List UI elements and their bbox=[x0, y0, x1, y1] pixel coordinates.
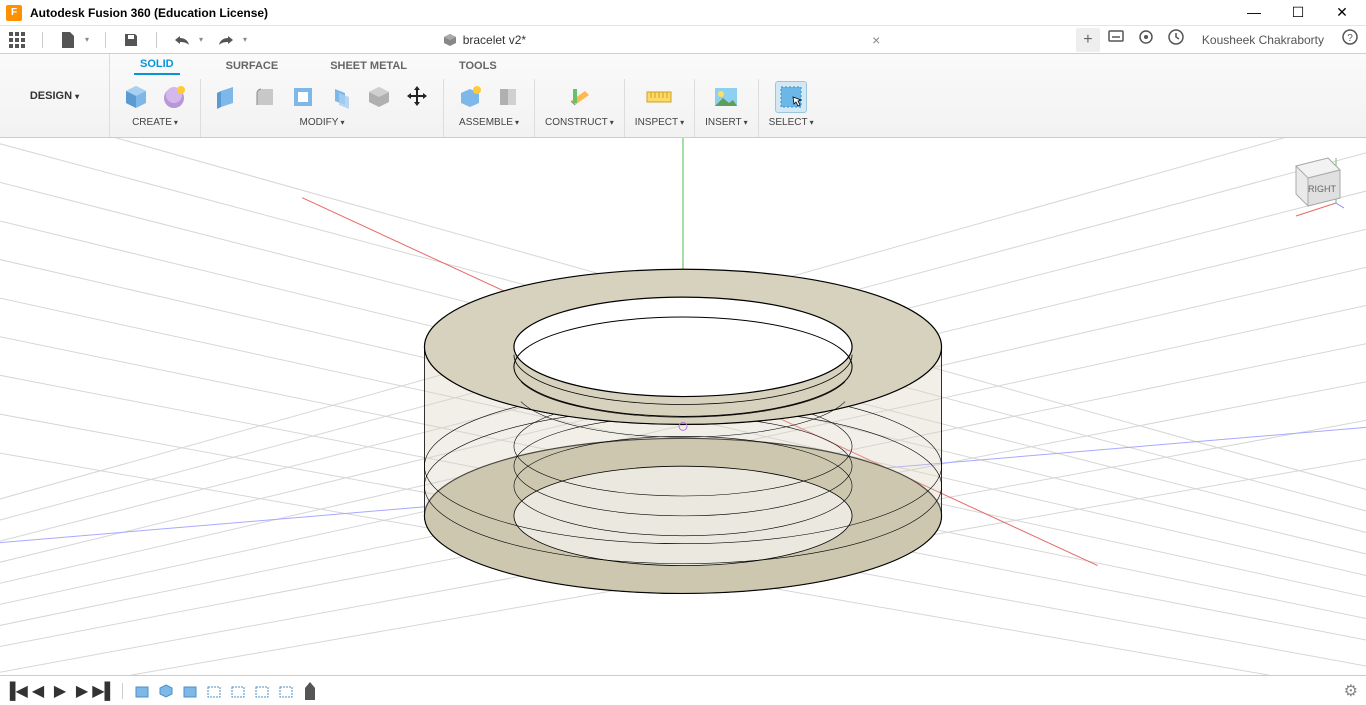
move-icon[interactable] bbox=[401, 81, 433, 113]
group-modify: MODIFY▾ bbox=[201, 79, 444, 137]
timeline-settings-icon[interactable]: ⚙ bbox=[1344, 681, 1358, 701]
timeline-end-button[interactable]: ▶▌ bbox=[96, 683, 112, 699]
group-inspect-label[interactable]: INSPECT▾ bbox=[635, 117, 684, 128]
group-insert: INSERT▾ bbox=[695, 79, 759, 137]
activity-icon[interactable] bbox=[1108, 30, 1124, 49]
timeline-feature-1[interactable] bbox=[133, 682, 151, 700]
document-name: bracelet v2* bbox=[463, 33, 526, 47]
quick-access-bar: ▾ ▾ ▾ bracelet v2* × + bbox=[0, 26, 1366, 54]
undo-icon[interactable] bbox=[173, 31, 191, 49]
timeline-next-button[interactable]: ▶ bbox=[74, 683, 90, 699]
svg-text:?: ? bbox=[1347, 33, 1353, 44]
timeline-feature-5[interactable] bbox=[229, 682, 247, 700]
group-insert-label[interactable]: INSERT▾ bbox=[705, 117, 748, 128]
close-button[interactable]: ✕ bbox=[1332, 4, 1352, 21]
group-select: SELECT▾ bbox=[759, 79, 824, 137]
file-icon[interactable] bbox=[59, 31, 77, 49]
combine-icon[interactable] bbox=[325, 81, 357, 113]
construct-plane-icon[interactable] bbox=[563, 81, 595, 113]
minimize-button[interactable]: — bbox=[1244, 4, 1264, 21]
new-component-icon[interactable] bbox=[454, 81, 486, 113]
viewport[interactable]: RIGHT bbox=[0, 138, 1366, 675]
group-construct-label[interactable]: CONSTRUCT▾ bbox=[545, 117, 614, 128]
quick-access-right: Kousheek Chakraborty ? bbox=[1108, 29, 1358, 50]
timeline-feature-7[interactable] bbox=[277, 682, 295, 700]
username-label[interactable]: Kousheek Chakraborty bbox=[1202, 33, 1324, 47]
help-icon[interactable]: ? bbox=[1342, 29, 1358, 50]
redo-icon[interactable] bbox=[217, 31, 235, 49]
insert-icon[interactable] bbox=[710, 81, 742, 113]
select-icon[interactable] bbox=[775, 81, 807, 113]
ribbon-groups: CREATE▾ bbox=[110, 75, 1366, 137]
workspace-switcher[interactable]: DESIGN ▾ bbox=[0, 54, 110, 137]
group-create-label[interactable]: CREATE▾ bbox=[132, 117, 178, 128]
window-controls: — ☐ ✕ bbox=[1244, 4, 1360, 21]
group-modify-label[interactable]: MODIFY▾ bbox=[300, 117, 345, 128]
timeline-feature-2[interactable] bbox=[157, 682, 175, 700]
job-status-icon[interactable] bbox=[1168, 29, 1184, 50]
joint-icon[interactable] bbox=[492, 81, 524, 113]
title-bar: F Autodesk Fusion 360 (Education License… bbox=[0, 0, 1366, 26]
model-ring[interactable] bbox=[424, 269, 941, 593]
app-icon: F bbox=[6, 5, 22, 21]
quick-access-left: ▾ ▾ ▾ bbox=[8, 31, 247, 49]
group-construct: CONSTRUCT▾ bbox=[535, 79, 625, 137]
tab-solid[interactable]: SOLID bbox=[134, 55, 180, 75]
view-cube[interactable]: RIGHT bbox=[1276, 148, 1346, 218]
document-tabs: bracelet v2* × bbox=[247, 26, 1076, 53]
group-create: CREATE▾ bbox=[110, 79, 201, 137]
tab-tools[interactable]: TOOLS bbox=[453, 57, 503, 75]
appearance-icon[interactable] bbox=[363, 81, 395, 113]
save-icon[interactable] bbox=[122, 31, 140, 49]
viewcube-face-label: RIGHT bbox=[1308, 184, 1337, 194]
extensions-icon[interactable] bbox=[1138, 29, 1154, 50]
group-assemble-label[interactable]: ASSEMBLE▾ bbox=[459, 117, 519, 128]
group-inspect: INSPECT▾ bbox=[625, 79, 695, 137]
new-box-icon[interactable] bbox=[120, 81, 152, 113]
timeline-feature-3[interactable] bbox=[181, 682, 199, 700]
document-tab[interactable]: bracelet v2* × bbox=[423, 26, 901, 53]
new-tab-button[interactable]: + bbox=[1076, 28, 1100, 52]
measure-icon[interactable] bbox=[643, 81, 675, 113]
group-assemble: ASSEMBLE▾ bbox=[444, 79, 535, 137]
timeline-feature-6[interactable] bbox=[253, 682, 271, 700]
timeline-start-button[interactable]: ▐◀ bbox=[8, 683, 24, 699]
grid-plane bbox=[0, 138, 1366, 675]
ribbon-tabs: SOLID SURFACE SHEET METAL TOOLS bbox=[110, 54, 1366, 75]
grid-menu-icon[interactable] bbox=[8, 31, 26, 49]
app-title: Autodesk Fusion 360 (Education License) bbox=[30, 6, 268, 20]
tab-sheet-metal[interactable]: SHEET METAL bbox=[324, 57, 413, 75]
group-select-label[interactable]: SELECT▾ bbox=[769, 117, 814, 128]
timeline-bar: ▐◀ ◀ ▶ ▶ ▶▌ ⚙ bbox=[0, 675, 1366, 705]
press-pull-icon[interactable] bbox=[211, 81, 243, 113]
shell-icon[interactable] bbox=[287, 81, 319, 113]
tab-surface[interactable]: SURFACE bbox=[220, 57, 285, 75]
timeline-feature-4[interactable] bbox=[205, 682, 223, 700]
close-tab-button[interactable]: × bbox=[872, 32, 880, 48]
ribbon: DESIGN ▾ SOLID SURFACE SHEET METAL TOOLS… bbox=[0, 54, 1366, 138]
fillet-icon[interactable] bbox=[249, 81, 281, 113]
undo-dropdown[interactable]: ▾ bbox=[199, 35, 203, 44]
file-dropdown[interactable]: ▾ bbox=[85, 35, 89, 44]
cube-icon bbox=[443, 33, 457, 47]
timeline-prev-button[interactable]: ◀ bbox=[30, 683, 46, 699]
create-form-icon[interactable] bbox=[158, 81, 190, 113]
timeline-play-button[interactable]: ▶ bbox=[52, 683, 68, 699]
timeline-marker[interactable] bbox=[301, 682, 319, 700]
maximize-button[interactable]: ☐ bbox=[1288, 4, 1308, 21]
